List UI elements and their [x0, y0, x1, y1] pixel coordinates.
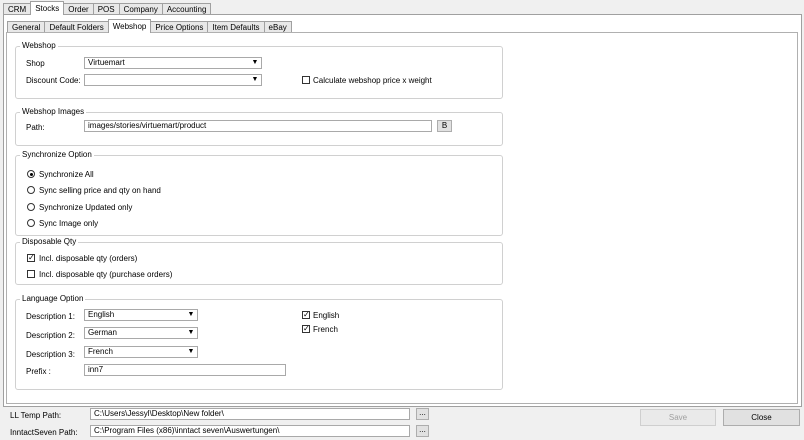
discount-code-label: Discount Code: [26, 76, 81, 85]
inntact-seven-browse-button[interactable]: ... [416, 425, 429, 437]
radio-sync-updated-label: Synchronize Updated only [39, 203, 133, 212]
chevron-down-icon: ▼ [251, 59, 259, 66]
shop-label: Shop [26, 59, 45, 68]
radio-sync-updated[interactable] [27, 203, 35, 211]
discount-code-select[interactable]: ▼ [84, 74, 262, 86]
sub-tab-strip: General Default Folders Webshop Price Op… [7, 19, 292, 33]
prefix-input[interactable]: inn7 [84, 364, 286, 376]
tab-webshop[interactable]: Webshop [107, 19, 152, 33]
tab-stocks[interactable]: Stocks [30, 1, 65, 15]
ll-temp-path-label: LL Temp Path: [10, 411, 62, 420]
description1-label: Description 1: [26, 312, 75, 321]
main-tab-strip: CRM Stocks Order POS Company Accounting [3, 1, 212, 15]
prefix-label: Prefix : [26, 367, 51, 376]
incl-orders-label: Incl. disposable qty (orders) [39, 254, 138, 263]
chevron-down-icon: ▼ [187, 311, 195, 318]
calc-price-weight-checkbox[interactable] [302, 76, 310, 84]
close-button[interactable]: Close [723, 409, 800, 426]
webshop-group: Webshop [15, 41, 503, 99]
description1-select[interactable]: English ▼ [84, 309, 198, 321]
radio-sync-price-qty[interactable] [27, 186, 35, 194]
radio-sync-price-qty-label: Sync selling price and qty on hand [39, 186, 161, 195]
images-path-input[interactable]: images/stories/virtuemart/product [84, 120, 432, 132]
description2-value: German [88, 328, 117, 337]
shop-select-value: Virtuemart [88, 58, 125, 67]
shop-select[interactable]: Virtuemart ▼ [84, 57, 262, 69]
chevron-down-icon: ▼ [251, 76, 259, 83]
radio-sync-image[interactable] [27, 219, 35, 227]
ll-temp-browse-button[interactable]: ... [416, 408, 429, 420]
radio-synchronize-all[interactable] [27, 170, 35, 178]
description2-select[interactable]: German ▼ [84, 327, 198, 339]
description3-label: Description 3: [26, 350, 75, 359]
english-checkbox[interactable]: ✓ [302, 311, 310, 319]
incl-purchase-orders-label: Incl. disposable qty (purchase orders) [39, 270, 173, 279]
group-title: Disposable Qty [20, 237, 79, 246]
browse-images-button[interactable]: B [437, 120, 452, 132]
chevron-down-icon: ▼ [187, 348, 195, 355]
group-title: Synchronize Option [20, 150, 94, 159]
calc-price-weight-label: Calculate webshop price x weight [313, 76, 432, 85]
incl-orders-checkbox[interactable]: ✓ [27, 254, 35, 262]
chevron-down-icon: ▼ [187, 329, 195, 336]
inntact-seven-path-label: InntactSeven Path: [10, 428, 78, 437]
radio-sync-image-label: Sync Image only [39, 219, 99, 228]
french-checkbox-label: French [313, 325, 338, 334]
inntact-seven-path-input[interactable]: C:\Program Files (x86)\inntact seven\Aus… [90, 425, 410, 437]
ll-temp-path-input[interactable]: C:\Users\Jessyl\Desktop\New folder\ [90, 408, 410, 420]
description3-select[interactable]: French ▼ [84, 346, 198, 358]
french-checkbox[interactable]: ✓ [302, 325, 310, 333]
path-label: Path: [26, 123, 45, 132]
description2-label: Description 2: [26, 331, 75, 340]
english-checkbox-label: English [313, 311, 340, 320]
save-button[interactable]: Save [640, 409, 716, 426]
description3-value: French [88, 347, 113, 356]
incl-purchase-orders-checkbox[interactable] [27, 270, 35, 278]
group-title: Language Option [20, 294, 86, 303]
description1-value: English [88, 310, 115, 319]
group-title: Webshop [20, 41, 58, 50]
radio-synchronize-all-label: Synchronize All [39, 170, 94, 179]
group-title: Webshop Images [20, 107, 87, 116]
